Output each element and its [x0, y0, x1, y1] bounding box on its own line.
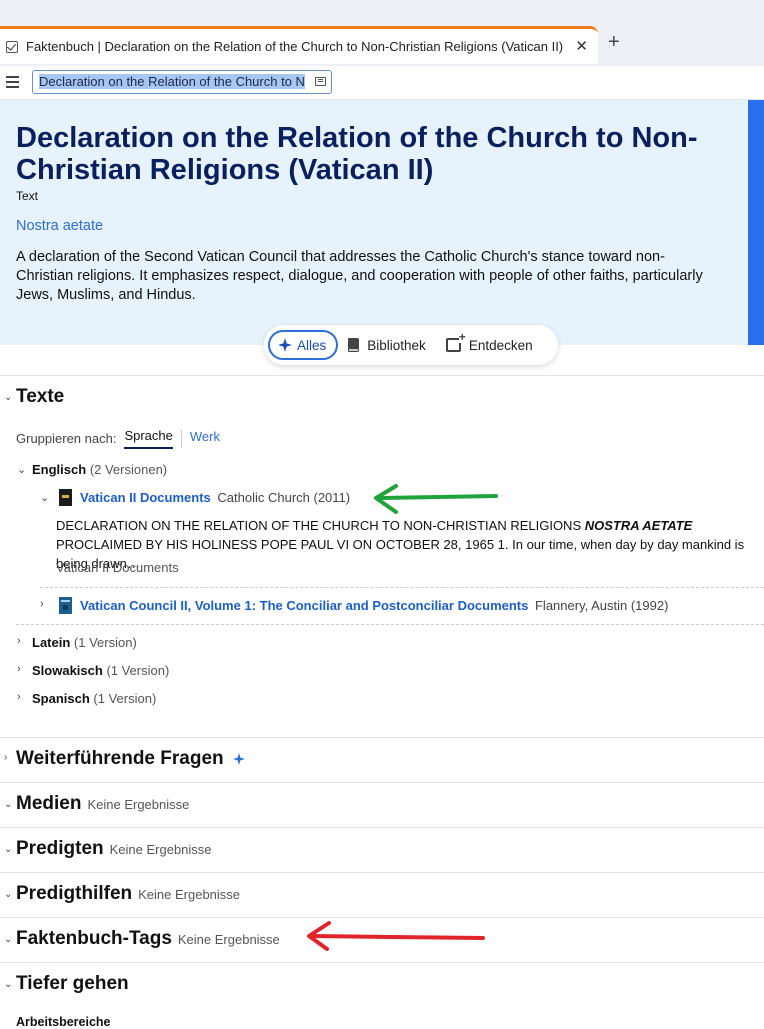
divider — [0, 917, 764, 918]
checkbox-favicon-icon — [6, 40, 18, 53]
group-tab-work[interactable]: Werk — [190, 429, 220, 448]
section-title: Weiterführende Fragen — [16, 748, 224, 769]
language-name: Slowakisch — [32, 663, 103, 678]
tab-title: Faktenbuch | Declaration on the Relation… — [26, 39, 564, 54]
browser-tab[interactable]: Faktenbuch | Declaration on the Relation… — [0, 26, 598, 64]
no-results-note: Keine Ergebnisse — [138, 887, 241, 902]
divider — [0, 827, 764, 828]
section-title: Medien — [16, 793, 82, 814]
book-meta: Catholic Church (2011) — [217, 490, 351, 505]
language-group-latin[interactable]: Latein (1 Version) — [32, 635, 137, 650]
book-meta: Flannery, Austin (1992) — [534, 598, 669, 613]
sparkle-icon — [278, 338, 292, 352]
divider — [180, 429, 182, 448]
chevron-down-icon[interactable]: ⌄ — [40, 491, 49, 504]
chevron-down-icon[interactable]: ⌄ — [4, 392, 12, 403]
chevron-down-icon[interactable]: ⌄ — [4, 799, 12, 810]
excerpt-highlight: NOSTRA AETATE — [584, 518, 693, 533]
book-row: Vatican Council II, Volume 1: The Concil… — [80, 598, 668, 613]
group-by-label: Gruppieren nach: — [16, 431, 117, 446]
book-title-link[interactable]: Vatican II Documents — [80, 490, 211, 505]
section-title: Predigten — [16, 838, 104, 859]
chevron-right-icon[interactable]: › — [17, 635, 21, 647]
version-count: (1 Version) — [93, 691, 157, 706]
excerpt-part: DECLARATION ON THE RELATION OF THE CHURC… — [56, 518, 585, 533]
divider — [0, 737, 764, 738]
chevron-right-icon[interactable]: › — [17, 663, 21, 675]
red-arrow-annotation — [307, 921, 485, 951]
close-tab-icon[interactable]: ✕ — [575, 37, 588, 55]
address-text: Declaration on the Relation of the Churc… — [39, 74, 305, 89]
chevron-down-icon[interactable]: ⌄ — [4, 979, 12, 990]
filter-pill-bar: Alles Bibliothek Entdecken — [264, 325, 558, 365]
book-row: Vatican II Documents Catholic Church (20… — [80, 490, 350, 505]
resource-type: Text — [16, 189, 39, 203]
divider — [40, 587, 764, 588]
sparkle-icon — [232, 752, 245, 765]
chevron-down-icon[interactable]: ⌄ — [17, 463, 26, 476]
tab-library[interactable]: Bibliothek — [338, 330, 436, 360]
side-panel-stripe — [748, 100, 764, 345]
version-count: (1 Version) — [106, 663, 170, 678]
keyboard-icon[interactable] — [315, 77, 326, 86]
discover-icon — [445, 331, 466, 352]
chevron-down-icon[interactable]: ⌄ — [4, 934, 12, 945]
tab-all-label: Alles — [297, 337, 327, 353]
section-media[interactable]: Medien Keine Ergebnisse — [16, 793, 189, 815]
green-arrow-annotation — [374, 484, 498, 514]
tab-library-label: Bibliothek — [367, 337, 426, 353]
menu-icon[interactable] — [6, 76, 19, 91]
language-group-english[interactable]: Englisch (2 Versionen) — [32, 462, 167, 477]
language-name: Spanisch — [32, 691, 90, 706]
section-sermon-aids[interactable]: Predigthilfen Keine Ergebnisse — [16, 883, 240, 905]
book-title-link[interactable]: Vatican Council II, Volume 1: The Concil… — [80, 598, 528, 613]
tab-all[interactable]: Alles — [268, 330, 339, 360]
alias-link[interactable]: Nostra aetate — [16, 218, 103, 234]
book-cover-image — [59, 597, 72, 614]
language-name: Latein — [32, 635, 71, 650]
chevron-right-icon[interactable]: › — [4, 752, 7, 763]
no-results-note: Keine Ergebnisse — [177, 932, 280, 947]
section-related-questions[interactable]: Weiterführende Fragen — [16, 748, 245, 770]
divider — [0, 872, 764, 873]
hero-panel: Declaration on the Relation of the Churc… — [0, 100, 764, 345]
group-tab-language[interactable]: Sprache — [124, 428, 173, 449]
version-count: (2 Versionen) — [89, 462, 168, 477]
language-group-slovak[interactable]: Slowakisch (1 Version) — [32, 663, 169, 678]
chevron-right-icon[interactable]: › — [40, 598, 44, 610]
divider — [16, 624, 764, 625]
tab-discover[interactable]: Entdecken — [436, 330, 543, 360]
version-count: (1 Version) — [73, 635, 137, 650]
section-title: Faktenbuch-Tags — [16, 928, 172, 949]
book-cover-image — [59, 489, 72, 506]
section-sermons[interactable]: Predigten Keine Ergebnisse — [16, 838, 212, 860]
description: A declaration of the Second Vatican Coun… — [16, 249, 703, 303]
section-title-texte[interactable]: Texte — [16, 386, 64, 408]
group-by-control: Gruppieren nach: Sprache Werk — [16, 428, 220, 449]
new-tab-icon[interactable]: + — [608, 31, 620, 54]
window-top-strip — [0, 0, 764, 24]
chevron-right-icon[interactable]: › — [17, 691, 21, 703]
book-icon — [348, 338, 360, 352]
address-input[interactable]: Declaration on the Relation of the Churc… — [32, 70, 332, 94]
language-name: Englisch — [32, 462, 87, 477]
section-title: Predigthilfen — [16, 883, 133, 904]
chevron-down-icon[interactable]: ⌄ — [4, 889, 12, 900]
divider — [0, 962, 764, 963]
address-bar: Declaration on the Relation of the Churc… — [0, 66, 764, 100]
divider — [0, 782, 764, 783]
tab-discover-label: Entdecken — [468, 337, 533, 353]
section-go-deeper[interactable]: Tiefer gehen — [16, 973, 129, 995]
language-group-spanish[interactable]: Spanisch (1 Version) — [32, 691, 156, 706]
chevron-down-icon[interactable]: ⌄ — [4, 844, 12, 855]
page-title: Declaration on the Relation of the Churc… — [16, 122, 698, 186]
tab-bar: Faktenbuch | Declaration on the Relation… — [0, 24, 764, 66]
section-factbook-tags[interactable]: Faktenbuch-Tags Keine Ergebnisse — [16, 928, 280, 950]
no-results-note: Keine Ergebnisse — [87, 797, 190, 812]
divider — [0, 375, 764, 376]
excerpt-source: Vatican II Documents — [56, 560, 179, 575]
no-results-note: Keine Ergebnisse — [109, 842, 212, 857]
